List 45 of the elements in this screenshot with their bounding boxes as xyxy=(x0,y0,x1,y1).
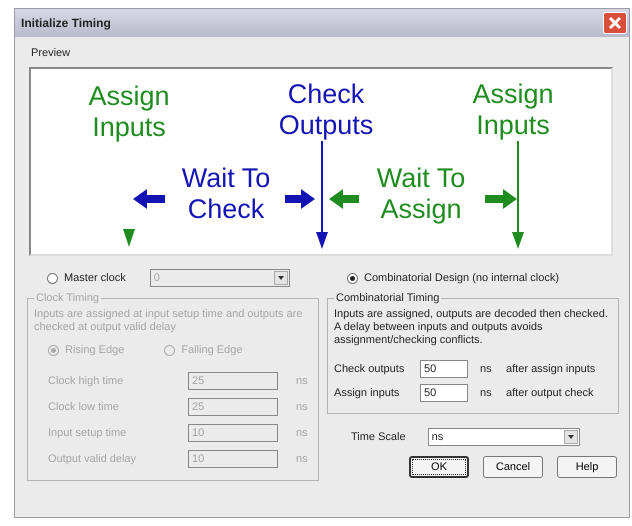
unit-label: ns xyxy=(296,375,308,387)
time-scale-label: Time Scale xyxy=(351,431,406,443)
arrow-down-icon xyxy=(123,229,135,247)
note-text: after output check xyxy=(506,387,594,399)
description-text: Inputs are assigned at input setup time and outputs are checked at output valid delay xyxy=(34,308,304,334)
arrow-right-icon xyxy=(485,189,517,209)
diagram-label: Assign Inputs xyxy=(472,79,554,140)
unit-label: ns xyxy=(480,363,493,375)
input-field[interactable]: 50 xyxy=(420,384,468,402)
field-label: Check outputs xyxy=(334,363,406,375)
close-button[interactable] xyxy=(603,12,627,34)
unit-label: ns xyxy=(296,427,308,439)
arrow-right-icon xyxy=(285,189,315,209)
unit-label: ns xyxy=(480,387,493,399)
unit-label: ns xyxy=(296,453,308,465)
diagram-label: Wait To Assign xyxy=(376,163,466,224)
dialog-button[interactable]: Cancel xyxy=(483,456,543,478)
description-text: Inputs are assigned, outputs are decoded then checked. A delay between inputs and outputs avoids assignment/checking conflicts. xyxy=(334,308,609,347)
radio-button[interactable] xyxy=(47,272,58,284)
field-label: Clock high time xyxy=(48,375,124,387)
note-text: after assign inputs xyxy=(506,363,596,375)
group-title: Combinatorial Timing xyxy=(335,292,440,304)
field-label: Clock low time xyxy=(48,401,120,413)
field-label: Input setup time xyxy=(48,427,128,439)
radio-label: Master clock xyxy=(64,272,126,284)
diagram-label: Assign Inputs xyxy=(88,81,170,142)
radio-label: Rising Edge xyxy=(65,344,124,356)
arrow-left-icon xyxy=(133,189,165,209)
radio-button[interactable] xyxy=(347,272,358,284)
field-label: Output valid delay xyxy=(48,453,138,465)
window-title: Initialize Timing xyxy=(21,16,111,30)
field-label: Assign inputs xyxy=(334,387,400,399)
close-icon xyxy=(607,15,623,31)
group-title: Clock Timing xyxy=(35,292,100,304)
unit-label: ns xyxy=(296,401,308,413)
dialog-button[interactable]: Help xyxy=(557,456,617,478)
diagram-label: Check Outputs xyxy=(278,79,374,140)
dialog-button[interactable]: OK xyxy=(409,456,469,478)
diagram-label: Wait To Check xyxy=(182,163,270,224)
arrow-left-icon xyxy=(329,189,359,209)
radio-label: Combinatorial Design (no internal clock) xyxy=(364,272,560,284)
input-field[interactable]: 50 xyxy=(420,360,468,378)
preview-label: Preview xyxy=(31,47,72,59)
time-scale-dropdown[interactable]: ns xyxy=(428,428,580,446)
radio-label: Falling Edge xyxy=(181,344,242,356)
